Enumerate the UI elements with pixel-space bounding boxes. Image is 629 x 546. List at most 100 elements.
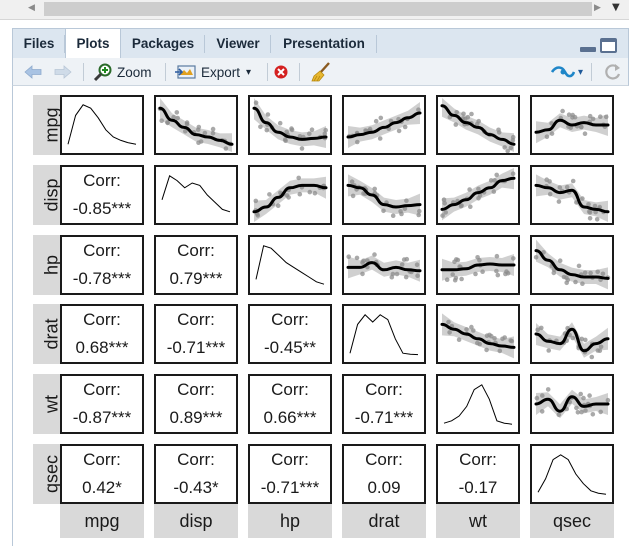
corr-panel-hp-mpg: Corr: -0.78*** <box>60 234 144 295</box>
tab-label: Plots <box>76 36 110 51</box>
scatter-point <box>309 127 315 132</box>
scatter-point <box>415 272 420 278</box>
tab-label: Packages <box>131 36 195 51</box>
scatter-point <box>497 348 503 354</box>
scatter-point <box>275 203 281 208</box>
corr-value: -0.45** <box>264 338 316 358</box>
scatter-point <box>574 405 579 411</box>
corr-value: 0.66*** <box>263 408 317 428</box>
scatter-point <box>307 189 313 195</box>
scatter-point <box>446 320 451 325</box>
tab-files[interactable]: Files <box>13 29 65 59</box>
tab-label: Viewer <box>216 36 260 51</box>
corr-text: Corr: -0.43* <box>156 446 236 502</box>
corr-text: Corr: -0.85*** <box>62 167 142 223</box>
scatter-panel-mpg-hp <box>248 95 332 155</box>
maximize-pane-icon[interactable] <box>600 38 617 53</box>
scatter-point <box>283 138 288 143</box>
scatter-panel-drat-qsec <box>530 304 614 365</box>
scatter-point <box>597 348 603 354</box>
scatter-point <box>372 186 377 191</box>
corr-text: Corr: -0.45** <box>250 306 330 362</box>
corr-value: -0.71*** <box>166 338 226 358</box>
scatter-point <box>223 146 229 151</box>
scatter-panel-mpg-qsec <box>530 95 614 155</box>
scatter-smooth-plot <box>534 108 610 144</box>
density-curve <box>349 314 419 356</box>
scatter-point <box>546 348 551 354</box>
scatter-point <box>580 280 585 286</box>
scatter-point <box>361 258 366 263</box>
scatter-point <box>396 128 402 134</box>
corr-text: Corr: -0.78*** <box>62 237 142 293</box>
tab-plots[interactable]: Plots <box>65 29 121 60</box>
scroll-left-icon[interactable]: ◀ <box>28 3 35 13</box>
clear-all-plots-button[interactable] <box>311 61 333 83</box>
forward-button[interactable] <box>53 61 73 83</box>
scatter-point <box>373 118 379 124</box>
scatter-point <box>535 327 540 333</box>
col-strip-wt: wt <box>436 504 520 538</box>
scatter-smooth-plot <box>252 175 328 222</box>
scatter-point <box>494 172 499 177</box>
scatter-panel-disp-drat <box>342 164 426 225</box>
scatter-point <box>289 126 294 131</box>
scatter-point <box>468 204 473 209</box>
scatter-point <box>354 255 360 260</box>
scatter-point <box>381 208 386 213</box>
scatter-point <box>533 254 539 260</box>
corr-panel-wt-hp: Corr: 0.66*** <box>248 374 332 435</box>
back-button[interactable] <box>23 61 43 83</box>
scatter-point <box>587 215 593 221</box>
scatter-point <box>570 112 575 118</box>
back-arrow-icon <box>24 65 42 79</box>
density-plot <box>443 384 513 425</box>
tab-packages[interactable]: Packages <box>121 29 205 59</box>
scatter-point <box>547 178 552 184</box>
density-panel-hp <box>248 234 332 295</box>
pane-tab-bar: Files Plots Packages Viewer Presentation <box>12 28 629 60</box>
corr-panel-wt-disp: Corr: 0.89*** <box>154 374 238 435</box>
scatter-point <box>461 111 466 117</box>
scatter-point <box>469 111 474 117</box>
forward-arrow-icon <box>54 65 72 79</box>
corr-panel-qsec-drat: Corr: 0.09 <box>342 444 426 504</box>
remove-plot-button[interactable] <box>273 61 289 83</box>
dropdown-arrow-icon[interactable]: ▼ <box>612 2 620 13</box>
scatter-point <box>286 194 291 200</box>
export-button[interactable]: Export ▾ <box>175 61 251 83</box>
scatter-point <box>573 279 578 284</box>
scatter-panel-disp-qsec <box>530 164 614 225</box>
zoom-button[interactable]: Zoom <box>93 61 152 83</box>
scatter-point <box>447 330 452 336</box>
tab-presentation[interactable]: Presentation <box>271 29 377 59</box>
corr-panel-wt-mpg: Corr: -0.87*** <box>60 374 144 435</box>
scatter-point <box>210 130 216 136</box>
density-panel-disp <box>154 164 238 225</box>
plots-toolbar: Zoom Export ▾ ▾ <box>12 58 629 86</box>
scatter-point <box>496 130 502 135</box>
scatter-point <box>551 270 557 275</box>
minimize-pane-icon[interactable] <box>580 47 596 52</box>
scatter-point <box>557 184 563 190</box>
refresh-button[interactable] <box>603 61 623 83</box>
scroll-right-icon[interactable]: ▶ <box>594 3 601 13</box>
scatter-point <box>322 131 328 137</box>
scrollbar-thumb[interactable] <box>44 2 592 16</box>
scatter-point <box>453 122 459 127</box>
scatter-point <box>592 203 598 209</box>
corr-text: Corr: -0.71*** <box>250 446 330 502</box>
tab-viewer[interactable]: Viewer <box>205 29 271 59</box>
scatter-point <box>467 186 472 192</box>
horizontal-scrollbar[interactable]: ◀ ▶ ▼ <box>0 0 629 20</box>
scatter-smooth-plot <box>252 98 328 151</box>
scatter-panel-mpg-disp <box>154 95 238 155</box>
scatter-point <box>459 276 464 281</box>
scatter-smooth-plot <box>440 98 516 153</box>
scatter-point <box>510 138 516 143</box>
corr-label: Corr: <box>365 380 403 400</box>
density-curve <box>255 244 325 285</box>
corr-value: 0.68*** <box>75 338 129 358</box>
publish-button[interactable]: ▾ <box>551 61 583 83</box>
scatter-panel-drat-wt <box>436 304 520 365</box>
